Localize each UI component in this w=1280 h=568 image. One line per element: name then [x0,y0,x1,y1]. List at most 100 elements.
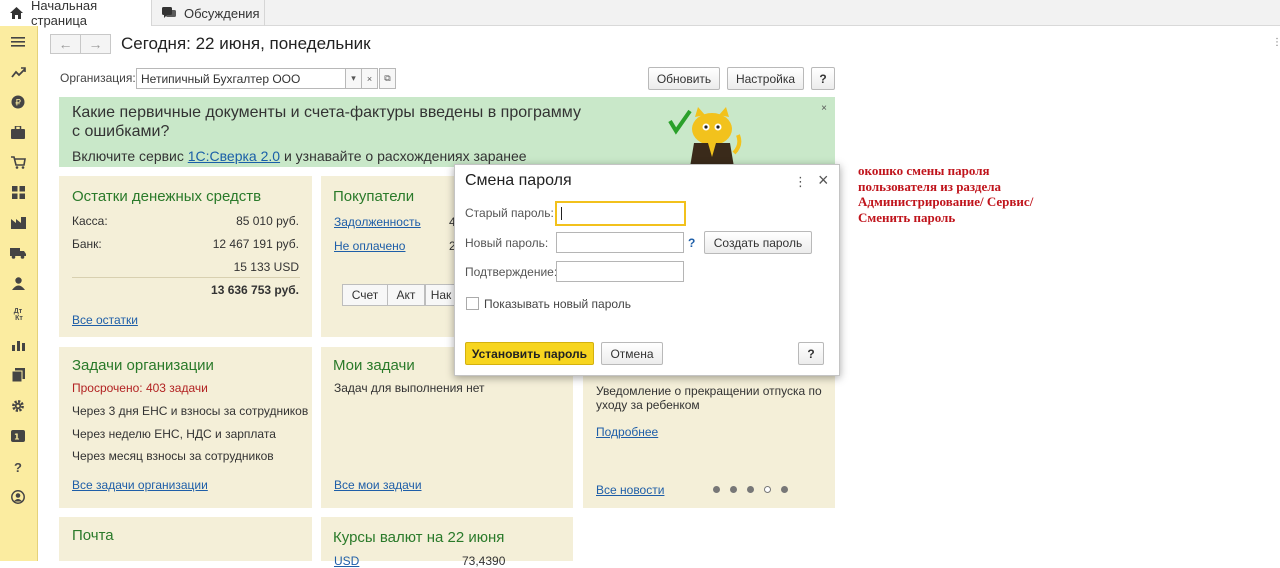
briefcase-icon[interactable] [9,123,27,141]
text-cursor [561,207,562,220]
my-tasks-title: Мои задачи [333,357,415,374]
rates-title: Курсы валют на 22 июня [333,529,505,546]
help-icon[interactable]: ? [9,458,27,476]
cash-total: 13 636 753 руб. [211,283,299,297]
back-button[interactable]: ← [50,34,81,54]
rate-value: 73,4390 [462,554,506,568]
page-title: Сегодня: 22 июня, понедельник [121,34,371,53]
bank-label: Банк: [72,237,102,251]
old-password-label: Старый пароль: [465,206,554,220]
help-button[interactable]: ? [811,67,835,90]
task-item[interactable]: Через месяц взносы за сотрудников [72,449,274,463]
grid-icon[interactable] [9,183,27,201]
task-item[interactable]: Через 3 дня ЕНС и взносы за сотрудников [72,404,308,418]
open-icon[interactable]: ⧉ [379,68,396,89]
all-news-link[interactable]: Все новости [596,483,664,497]
arrow-right-icon: → [88,36,103,52]
new-password-input[interactable] [556,232,684,253]
seg-invoice[interactable]: Счет [342,284,388,306]
carousel-dot-active[interactable] [764,486,771,493]
forward-button[interactable]: → [80,34,111,54]
tab-home-label: Начальная страница [31,0,98,28]
new-password-label: Новый пароль: [465,236,549,250]
person-icon[interactable] [9,274,27,292]
buyers-title: Покупатели [333,188,415,205]
tab-discussions[interactable]: Обсуждения [152,0,265,26]
top-tab-bar: Начальная страница Обсуждения [0,0,1280,28]
change-password-dialog: Смена пароля ⋮ × Старый пароль: Новый па… [454,164,840,376]
dialog-help-button[interactable]: ? [798,342,824,365]
old-password-input[interactable] [555,201,686,226]
tab-home[interactable]: Начальная страница [0,0,152,28]
banner-text-end: и узнавайте о расхождениях заранее [280,148,527,164]
all-balances-link[interactable]: Все остатки [72,313,138,327]
news-more-link[interactable]: Подробнее [596,425,658,439]
cart-icon[interactable] [9,153,27,171]
1c-connect-icon[interactable]: 1 [9,427,27,445]
debit-credit-icon[interactable]: Дт Кт [9,306,27,324]
task-item[interactable]: Через неделю ЕНС, НДС и зарплата [72,427,276,441]
dialog-title: Смена пароля [465,172,572,189]
all-org-tasks-link[interactable]: Все задачи организации [72,478,208,492]
bar-chart-icon[interactable] [9,336,27,354]
svg-text:₽: ₽ [15,99,21,109]
settings-button[interactable]: Настройка [727,67,804,90]
arrow-left-icon: ← [58,36,73,52]
chat-icon [162,7,176,19]
menu-icon[interactable] [9,33,27,51]
dropdown-icon[interactable]: ▾ [345,68,362,89]
banner-subtitle: Включите сервис 1С:Сверка 2.0 и узнавайт… [72,148,527,164]
show-password-checkbox[interactable] [466,297,479,310]
seg-act[interactable]: Акт [387,284,425,306]
show-password-label[interactable]: Показывать новый пароль [484,297,631,311]
carousel-dot[interactable] [730,486,737,493]
seg-waybill[interactable]: Нак [425,284,457,306]
mail-title: Почта [72,527,114,544]
carousel-dot[interactable] [713,486,720,493]
annotation-line: Администрирование/ Сервис/ [858,194,1034,209]
all-my-tasks-link[interactable]: Все мои задачи [334,478,422,492]
user-account-icon[interactable] [9,488,27,506]
carousel-dot[interactable] [747,486,754,493]
close-icon[interactable]: × [818,170,829,191]
org-field[interactable]: Нетипичный Бухгалтер ООО [136,68,346,89]
create-password-button[interactable]: Создать пароль [704,231,812,254]
usd-value: 15 133 USD [233,260,299,274]
dialog-menu-icon[interactable]: ⋮ [794,174,807,190]
rate-currency[interactable]: USD [334,554,359,568]
svg-text:1: 1 [14,433,20,442]
trend-icon[interactable] [9,63,27,81]
org-label: Организация: [60,71,136,85]
confirm-password-label: Подтверждение: [465,265,558,279]
kassa-label: Касса: [72,214,108,228]
annotation-line: окошко смены пароля [858,163,990,178]
cash-title: Остатки денежных средств [72,188,262,205]
gear-icon[interactable] [9,397,27,415]
factory-icon[interactable] [9,213,27,231]
password-hint-icon[interactable]: ? [688,236,695,250]
unpaid-link[interactable]: Не оплачено [334,239,405,253]
carousel-dot[interactable] [781,486,788,493]
annotation-line: Сменить пароль [858,209,956,225]
cancel-button[interactable]: Отмена [601,342,663,365]
documents-icon[interactable] [9,366,27,384]
clear-icon[interactable]: × [361,68,378,89]
annotation-note: окошко смены пароля пользователя из разд… [858,163,1058,225]
ruble-coin-icon[interactable]: ₽ [9,93,27,111]
refresh-button[interactable]: Обновить [648,67,720,90]
overdue-tasks[interactable]: Просрочено: 403 задачи [72,381,208,395]
debt-link[interactable]: Задолженность [334,215,421,229]
more-icon[interactable]: ⋮ [1272,37,1280,48]
annotation-line: пользователя из раздела [858,178,1002,194]
cat-mascot-icon [668,107,742,167]
sidebar: ₽ Дт Кт 1 ? [0,26,38,561]
set-password-button[interactable]: Установить пароль [465,342,594,365]
banner-close-icon[interactable]: × [821,103,827,114]
banner-question: Какие первичные документы и счета-фактур… [72,104,581,140]
confirm-password-input[interactable] [556,261,684,282]
truck-icon[interactable] [9,244,27,262]
news-text-1: Уведомление о прекращении отпуска по [596,384,822,398]
sverka-link[interactable]: 1С:Сверка 2.0 [188,148,280,164]
tab-discussions-label: Обсуждения [184,5,260,21]
my-tasks-empty: Задач для выполнения нет [334,381,485,395]
